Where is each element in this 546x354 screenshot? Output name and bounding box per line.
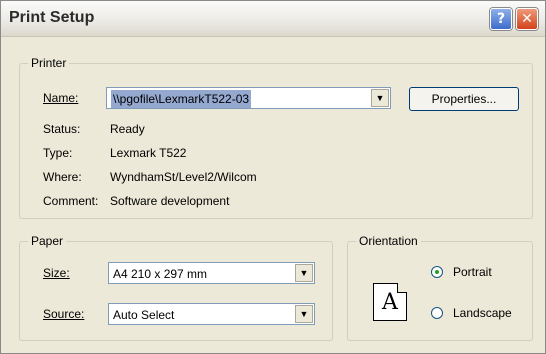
title-bar: Print Setup ? ✕ xyxy=(1,1,545,37)
help-button[interactable]: ? xyxy=(490,8,512,30)
chevron-down-icon[interactable]: ▼ xyxy=(295,305,313,323)
source-label: Source: xyxy=(43,307,85,321)
properties-button[interactable]: Properties... xyxy=(409,87,519,111)
paper-size-value: A4 210 x 297 mm xyxy=(113,267,208,281)
print-setup-dialog: Print Setup ? ✕ Printer Name: \\pgofile\… xyxy=(0,0,546,354)
orientation-group-label: Orientation xyxy=(356,234,421,248)
name-label: Name: xyxy=(43,91,79,105)
orientation-icon-letter: A xyxy=(382,289,398,315)
landscape-label[interactable]: Landscape xyxy=(453,306,512,320)
comment-label: Comment: xyxy=(43,194,99,208)
chevron-down-icon[interactable]: ▼ xyxy=(371,89,389,107)
status-label: Status: xyxy=(43,122,81,136)
type-label: Type: xyxy=(43,146,73,160)
printer-name-select[interactable]: \\pgofile\LexmarkT522-03 ▼ xyxy=(106,87,391,109)
status-value: Ready xyxy=(110,122,145,136)
help-icon: ? xyxy=(496,11,506,27)
printer-group-label: Printer xyxy=(28,56,70,70)
paper-source-value: Auto Select xyxy=(113,308,175,322)
size-label: Size: xyxy=(43,266,70,280)
printer-name-value: \\pgofile\LexmarkT522-03 xyxy=(111,90,252,108)
chevron-down-icon[interactable]: ▼ xyxy=(295,264,313,282)
paper-size-select[interactable]: A4 210 x 297 mm ▼ xyxy=(108,262,315,284)
close-button[interactable]: ✕ xyxy=(516,8,538,30)
portrait-label[interactable]: Portrait xyxy=(453,265,492,279)
close-icon: ✕ xyxy=(521,11,533,27)
paper-source-select[interactable]: Auto Select ▼ xyxy=(108,303,315,325)
landscape-radio[interactable] xyxy=(431,307,443,319)
where-value: WyndhamSt/Level2/Wilcom xyxy=(110,170,257,184)
type-value: Lexmark T522 xyxy=(110,146,187,160)
comment-value: Software development xyxy=(110,194,230,208)
portrait-radio[interactable] xyxy=(431,266,443,278)
dialog-title: Print Setup xyxy=(9,9,95,26)
page-portrait-icon: A xyxy=(373,283,407,321)
where-label: Where: xyxy=(43,170,82,184)
paper-group-label: Paper xyxy=(28,234,67,248)
properties-button-label: Properties... xyxy=(431,92,497,106)
paper-group: Paper xyxy=(19,234,333,341)
